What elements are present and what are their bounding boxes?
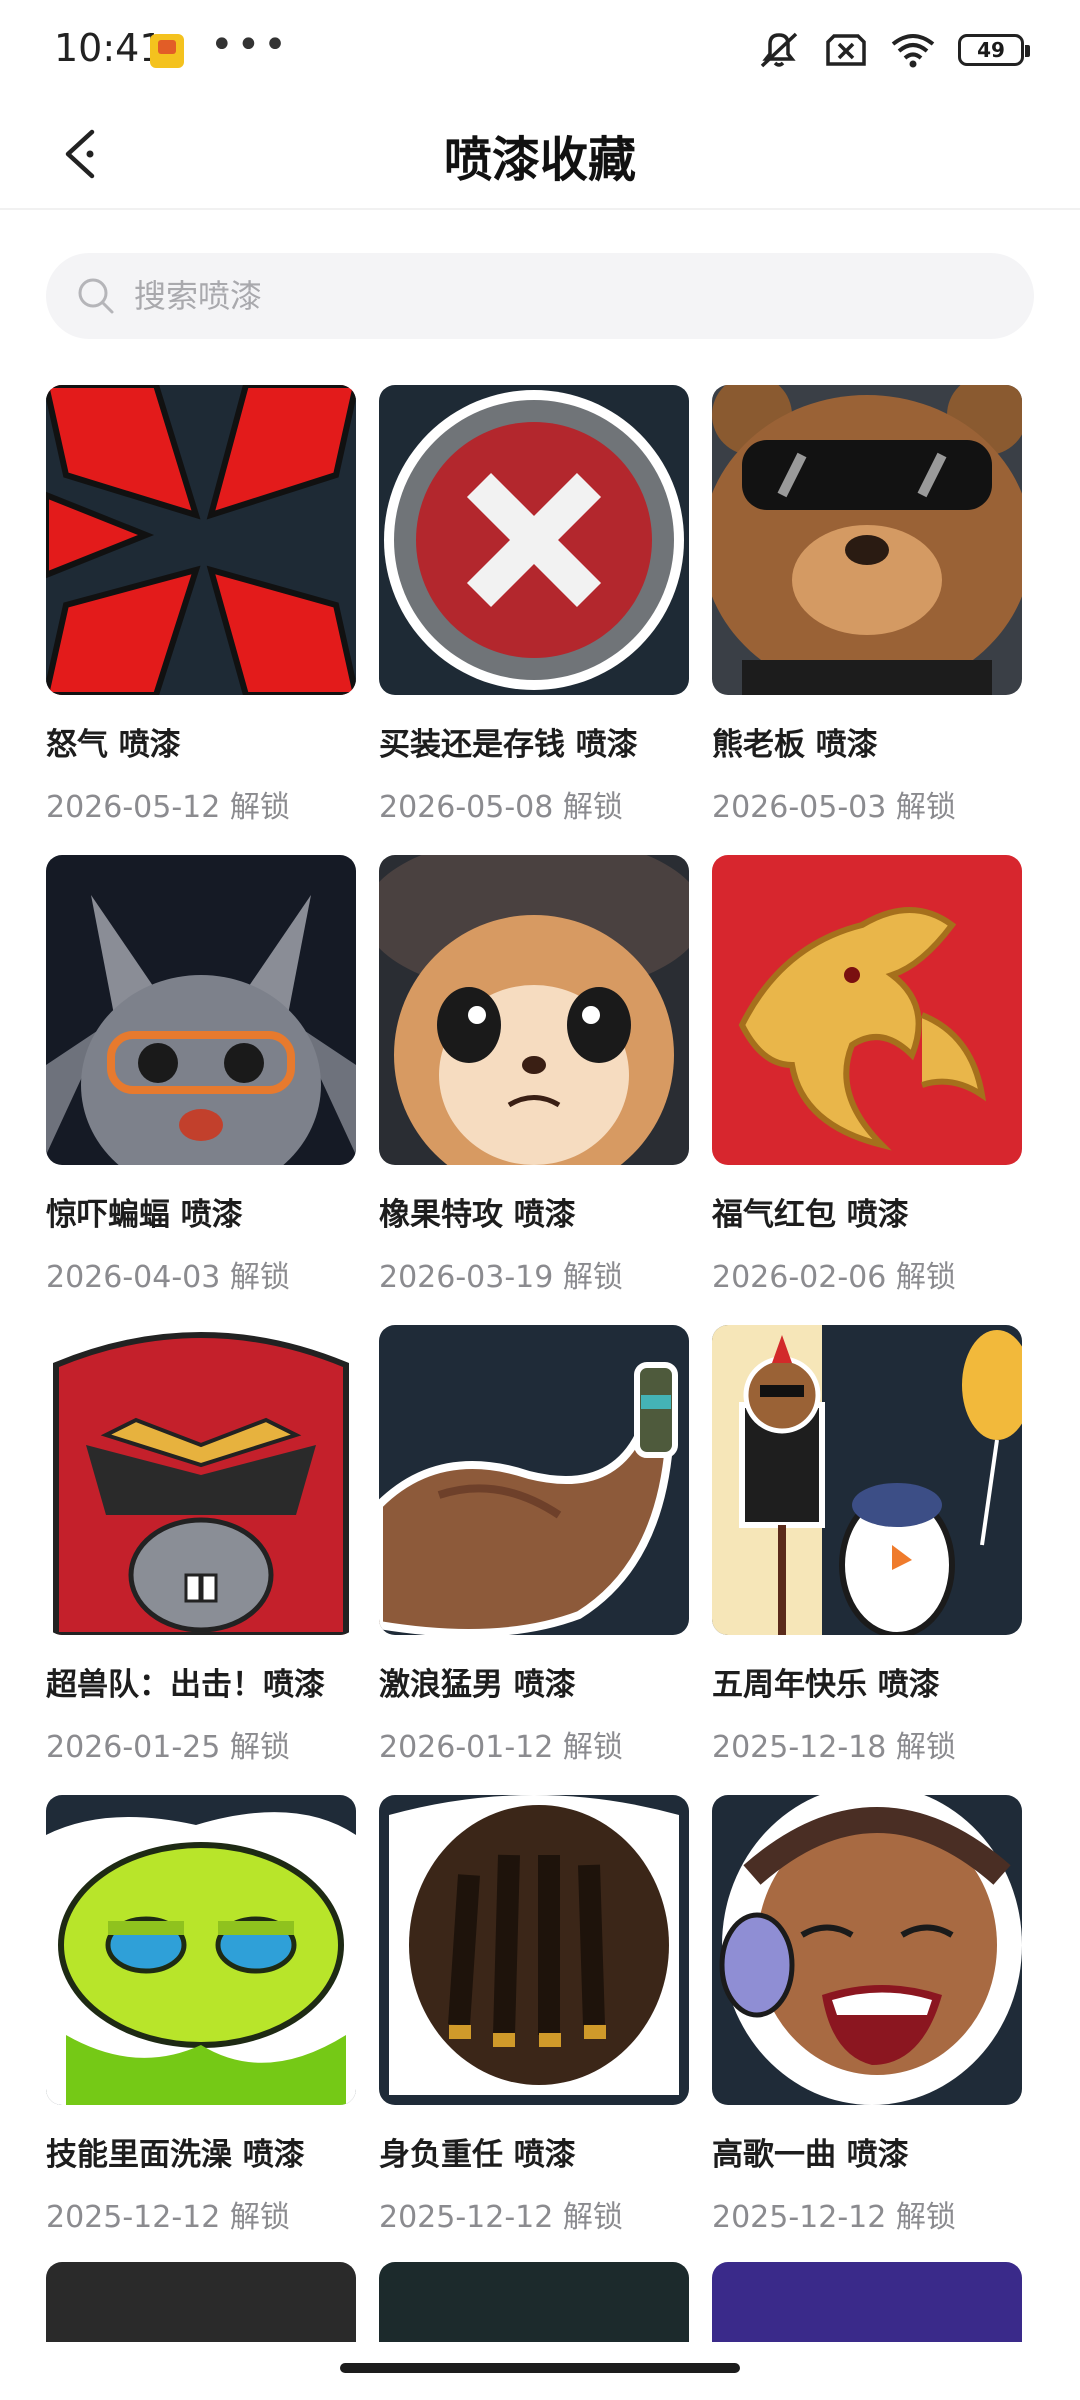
search-icon <box>74 274 118 318</box>
spray-thumbnail-partial[interactable] <box>379 2262 689 2342</box>
status-bar: 10:41 ••• 49 <box>0 0 1080 100</box>
spray-thumbnail-muscle-arm[interactable] <box>379 1325 689 1635</box>
spray-thumbnail-partial[interactable] <box>712 2262 1022 2342</box>
spray-thumbnail-singing[interactable] <box>712 1795 1022 2105</box>
spray-card[interactable]: 橡果特攻 喷漆 2026-03-19 解锁 <box>379 855 689 1325</box>
spray-unlock-date: 2026-04-03 解锁 <box>46 1260 290 1295</box>
spray-thumbnail-bear-boss[interactable] <box>712 385 1022 695</box>
spray-thumbnail-red-cross[interactable] <box>379 385 689 695</box>
spray-name: 买装还是存钱 喷漆 <box>379 727 638 763</box>
battery-indicator: 49 <box>958 34 1030 66</box>
spray-card[interactable]: 身负重任 喷漆 2025-12-12 解锁 <box>379 1795 689 2265</box>
more-notifications-icon: ••• <box>210 22 290 68</box>
spray-unlock-date: 2026-05-12 解锁 <box>46 790 290 825</box>
spray-card[interactable]: 激浪猛男 喷漆 2026-01-12 解锁 <box>379 1325 689 1795</box>
spray-unlock-date: 2025-12-18 解锁 <box>712 1730 956 1765</box>
status-indicators: 49 <box>756 30 1030 70</box>
spray-thumbnail-scared-bat[interactable] <box>46 855 356 1165</box>
spray-name: 激浪猛男 喷漆 <box>379 1667 576 1703</box>
spray-thumbnail-green-slime[interactable] <box>46 1795 356 2105</box>
spray-thumbnail-armored-hero[interactable] <box>46 1325 356 1635</box>
spray-name: 高歌一曲 喷漆 <box>712 2137 909 2173</box>
spray-name: 惊吓蝙蝠 喷漆 <box>46 1197 243 1233</box>
home-indicator[interactable] <box>340 2363 740 2373</box>
spray-card[interactable]: 技能里面洗澡 喷漆 2025-12-12 解锁 <box>46 1795 356 2265</box>
spray-unlock-date: 2025-12-12 解锁 <box>46 2200 290 2235</box>
spray-name: 技能里面洗澡 喷漆 <box>46 2137 305 2173</box>
wifi-icon <box>891 34 935 68</box>
spray-card[interactable]: 惊吓蝙蝠 喷漆 2026-04-03 解锁 <box>46 855 356 1325</box>
spray-card[interactable]: 高歌一曲 喷漆 2025-12-12 解锁 <box>712 1795 1022 2265</box>
spray-name: 超兽队：出击！喷漆 <box>46 1667 325 1703</box>
spray-name: 身负重任 喷漆 <box>379 2137 576 2173</box>
spray-grid: 怒气 喷漆 2026-05-12 解锁 买装还是存钱 喷漆 2026-05-08… <box>46 385 1046 2265</box>
spray-thumbnail-anniversary-party[interactable] <box>712 1325 1022 1635</box>
spray-unlock-date: 2026-03-19 解锁 <box>379 1260 623 1295</box>
spray-name: 怒气 喷漆 <box>46 727 181 763</box>
spray-thumbnail-rage[interactable] <box>46 385 356 695</box>
spray-card[interactable]: 福气红包 喷漆 2026-02-06 解锁 <box>712 855 1022 1325</box>
spray-card[interactable]: 熊老板 喷漆 2026-05-03 解锁 <box>712 385 1022 855</box>
spray-name: 熊老板 喷漆 <box>712 727 878 763</box>
spray-name: 橡果特攻 喷漆 <box>379 1197 576 1233</box>
spray-card[interactable]: 怒气 喷漆 2026-05-12 解锁 <box>46 385 356 855</box>
spray-card[interactable]: 五周年快乐 喷漆 2025-12-18 解锁 <box>712 1325 1022 1795</box>
spray-unlock-date: 2025-12-12 解锁 <box>712 2200 956 2235</box>
app-notification-icon <box>150 34 184 68</box>
spray-unlock-date: 2026-05-03 解锁 <box>712 790 956 825</box>
mute-icon <box>760 32 798 68</box>
spray-unlock-date: 2026-01-12 解锁 <box>379 1730 623 1765</box>
search-bar[interactable] <box>46 253 1034 339</box>
spray-thumbnail-dreadlocks-agent[interactable] <box>379 1795 689 2105</box>
partial-row <box>46 2262 1046 2342</box>
spray-unlock-date: 2026-01-25 解锁 <box>46 1730 290 1765</box>
spray-name: 五周年快乐 喷漆 <box>712 1667 940 1703</box>
spray-thumbnail-partial[interactable] <box>46 2262 356 2342</box>
spray-unlock-date: 2025-12-12 解锁 <box>379 2200 623 2235</box>
spray-unlock-date: 2026-05-08 解锁 <box>379 790 623 825</box>
nav-bar: 喷漆收藏 <box>0 100 1080 210</box>
spray-card[interactable]: 超兽队：出击！喷漆 2026-01-25 解锁 <box>46 1325 356 1795</box>
spray-card[interactable]: 买装还是存钱 喷漆 2026-05-08 解锁 <box>379 385 689 855</box>
search-input[interactable] <box>132 276 936 316</box>
spray-thumbnail-golden-dragon[interactable] <box>712 855 1022 1165</box>
spray-unlock-date: 2026-02-06 解锁 <box>712 1260 956 1295</box>
no-sim-icon <box>826 34 866 66</box>
page-title: 喷漆收藏 <box>443 132 636 188</box>
spray-thumbnail-acorn-squirrel[interactable] <box>379 855 689 1165</box>
spray-name: 福气红包 喷漆 <box>712 1197 909 1233</box>
status-time: 10:41 <box>54 26 164 70</box>
